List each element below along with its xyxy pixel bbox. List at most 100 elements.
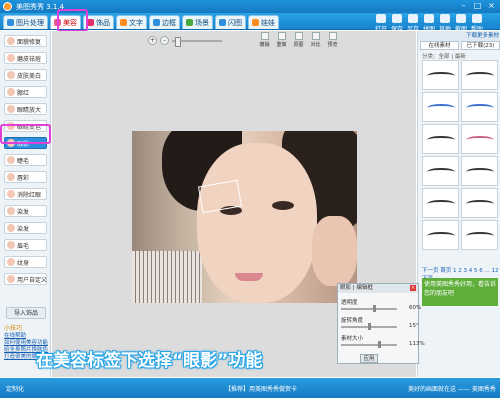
feature-item[interactable]: 染发: [4, 205, 47, 217]
status-left[interactable]: 定制化: [6, 384, 24, 393]
eyelash-icon: [427, 168, 455, 176]
feature-thumb-icon: [7, 88, 15, 96]
adjust-slider[interactable]: [341, 305, 397, 312]
feature-item[interactable]: 纹身: [4, 256, 47, 268]
portrait-photo[interactable]: [132, 131, 357, 303]
feature-item[interactable]: 眼睛放大: [4, 103, 47, 115]
feature-thumb-icon: [7, 37, 15, 45]
zoom-in-button[interactable]: +: [148, 36, 157, 45]
tool-icon: [472, 14, 482, 23]
tab-label: 娃娃: [261, 18, 275, 27]
eyeshadow-material-thumb[interactable]: [461, 92, 498, 122]
canvas-tool-icon: [277, 32, 286, 40]
eyelash-icon: [427, 232, 455, 240]
eyelash-icon: [466, 232, 494, 240]
adjust-panel-title: 眼影 | 编辑框 ×: [338, 284, 418, 293]
adjust-slider[interactable]: [341, 323, 397, 330]
adjust-title-text: 眼影 | 编辑框: [340, 285, 373, 291]
canvas-tool-button[interactable]: 对比: [308, 31, 323, 49]
zoom-slider[interactable]: [172, 36, 222, 47]
feature-item[interactable]: 用户自定义: [4, 273, 47, 285]
eyelash-icon: [427, 200, 455, 208]
eyeshadow-material-thumb[interactable]: [461, 220, 498, 250]
eyeshadow-material-thumb[interactable]: [422, 220, 459, 250]
material-grid: [422, 60, 498, 250]
eyelash-icon: [427, 136, 455, 144]
highlight-beauty-tab: [57, 9, 88, 32]
feature-item[interactable]: 腮红: [4, 86, 47, 98]
eyeshadow-material-thumb[interactable]: [422, 92, 459, 122]
canvas-tool-label: 重做: [276, 42, 287, 48]
tool-icon: [392, 14, 402, 23]
canvas-tool-label: 预览: [327, 42, 338, 48]
tab-label: 闪图: [228, 18, 242, 27]
tab-7[interactable]: 娃娃: [248, 15, 279, 29]
feature-item[interactable]: 消除红眼: [4, 188, 47, 200]
eyeshadow-material-thumb[interactable]: [461, 124, 498, 154]
feature-thumb-icon: [7, 207, 15, 215]
slider-knob[interactable]: [373, 305, 376, 312]
feature-item[interactable]: 染发: [4, 222, 47, 234]
eyeshadow-material-thumb[interactable]: [461, 60, 498, 90]
eyelash-icon: [466, 104, 494, 112]
feature-thumb-icon: [7, 156, 15, 164]
eyeshadow-material-thumb[interactable]: [422, 156, 459, 186]
maximize-button[interactable]: □: [472, 1, 483, 11]
eyelash-icon: [466, 136, 494, 144]
text-icon: [120, 19, 127, 26]
canvas-tool-button[interactable]: 撤销: [257, 31, 272, 49]
minimize-button[interactable]: –: [458, 1, 469, 11]
slider-knob[interactable]: [368, 323, 371, 330]
status-bar: 定制化 【推荐】用美图秀秀做贺卡 美好的画面就在这 —— 美图秀秀: [0, 378, 500, 398]
tab-online-materials[interactable]: 在线素材: [420, 41, 459, 50]
feature-thumb-icon: [7, 190, 15, 198]
tab-0[interactable]: 图片处理: [3, 15, 48, 29]
import-button[interactable]: 导入饰品: [6, 307, 46, 319]
feature-label: 纹身: [17, 259, 30, 267]
slider-knob[interactable]: [378, 341, 381, 348]
eyelash-icon: [466, 200, 494, 208]
tab-3[interactable]: 文字: [116, 15, 147, 29]
canvas-tool-icon: [294, 32, 303, 40]
adjust-slider[interactable]: [341, 341, 397, 348]
promo-banner[interactable]: 使用美图秀秀好用，看告诉您的朋友吧: [422, 278, 498, 306]
eyeshadow-material-thumb[interactable]: [422, 60, 459, 90]
eyeshadow-material-thumb[interactable]: [461, 156, 498, 186]
feature-label: 唇彩: [17, 174, 30, 182]
feature-thumb-icon: [7, 105, 15, 113]
status-right[interactable]: 美好的画面就在这 —— 美图秀秀: [408, 384, 496, 393]
feature-item[interactable]: 磨皮祛痘: [4, 52, 47, 64]
feature-item[interactable]: 唇彩: [4, 171, 47, 183]
doll-icon: [252, 19, 259, 26]
close-button[interactable]: ×: [486, 1, 497, 11]
close-icon[interactable]: ×: [410, 285, 416, 291]
tab-5[interactable]: 场景: [182, 15, 213, 29]
eyelash-icon: [466, 72, 494, 80]
tab-6[interactable]: 闪图: [215, 15, 246, 29]
eyeshadow-material-thumb[interactable]: [461, 188, 498, 218]
tab-bar: 图片处理 美容 饰品 文字 边框 场景 闪图 娃娃: [3, 15, 279, 29]
feature-item[interactable]: 眉毛: [4, 239, 47, 251]
feature-label: 睫毛: [17, 157, 30, 165]
tab-4[interactable]: 边框: [149, 15, 180, 29]
eyeshadow-material-thumb[interactable]: [422, 124, 459, 154]
status-center[interactable]: 【推荐】用美图秀秀做贺卡: [225, 384, 297, 393]
category-filter[interactable]: 分类：全部 | 最新: [422, 52, 466, 60]
canvas-tool-button[interactable]: 原图: [291, 31, 306, 49]
canvas-tool-button[interactable]: 预览: [325, 31, 340, 49]
tab-label: 图片处理: [16, 18, 44, 27]
feature-item[interactable]: 面貌修复: [4, 35, 47, 47]
eyeshadow-material-thumb[interactable]: [422, 188, 459, 218]
feature-item[interactable]: 睫毛: [4, 154, 47, 166]
zoom-out-button[interactable]: –: [160, 36, 169, 45]
canvas-tool-icon: [311, 32, 320, 40]
feature-item[interactable]: 皮肤美白: [4, 69, 47, 81]
apply-button[interactable]: 应用: [360, 354, 378, 363]
tab-downloaded[interactable]: 已下载(23): [461, 41, 500, 50]
canvas-tool-button[interactable]: 重做: [274, 31, 289, 49]
download-more-link[interactable]: 下载更多素材: [418, 31, 500, 41]
canvas-tool-icon: [328, 32, 337, 40]
feature-thumb-icon: [7, 258, 15, 266]
feature-label: 消除红眼: [17, 191, 42, 199]
feature-label: 眼睛放大: [17, 106, 42, 114]
